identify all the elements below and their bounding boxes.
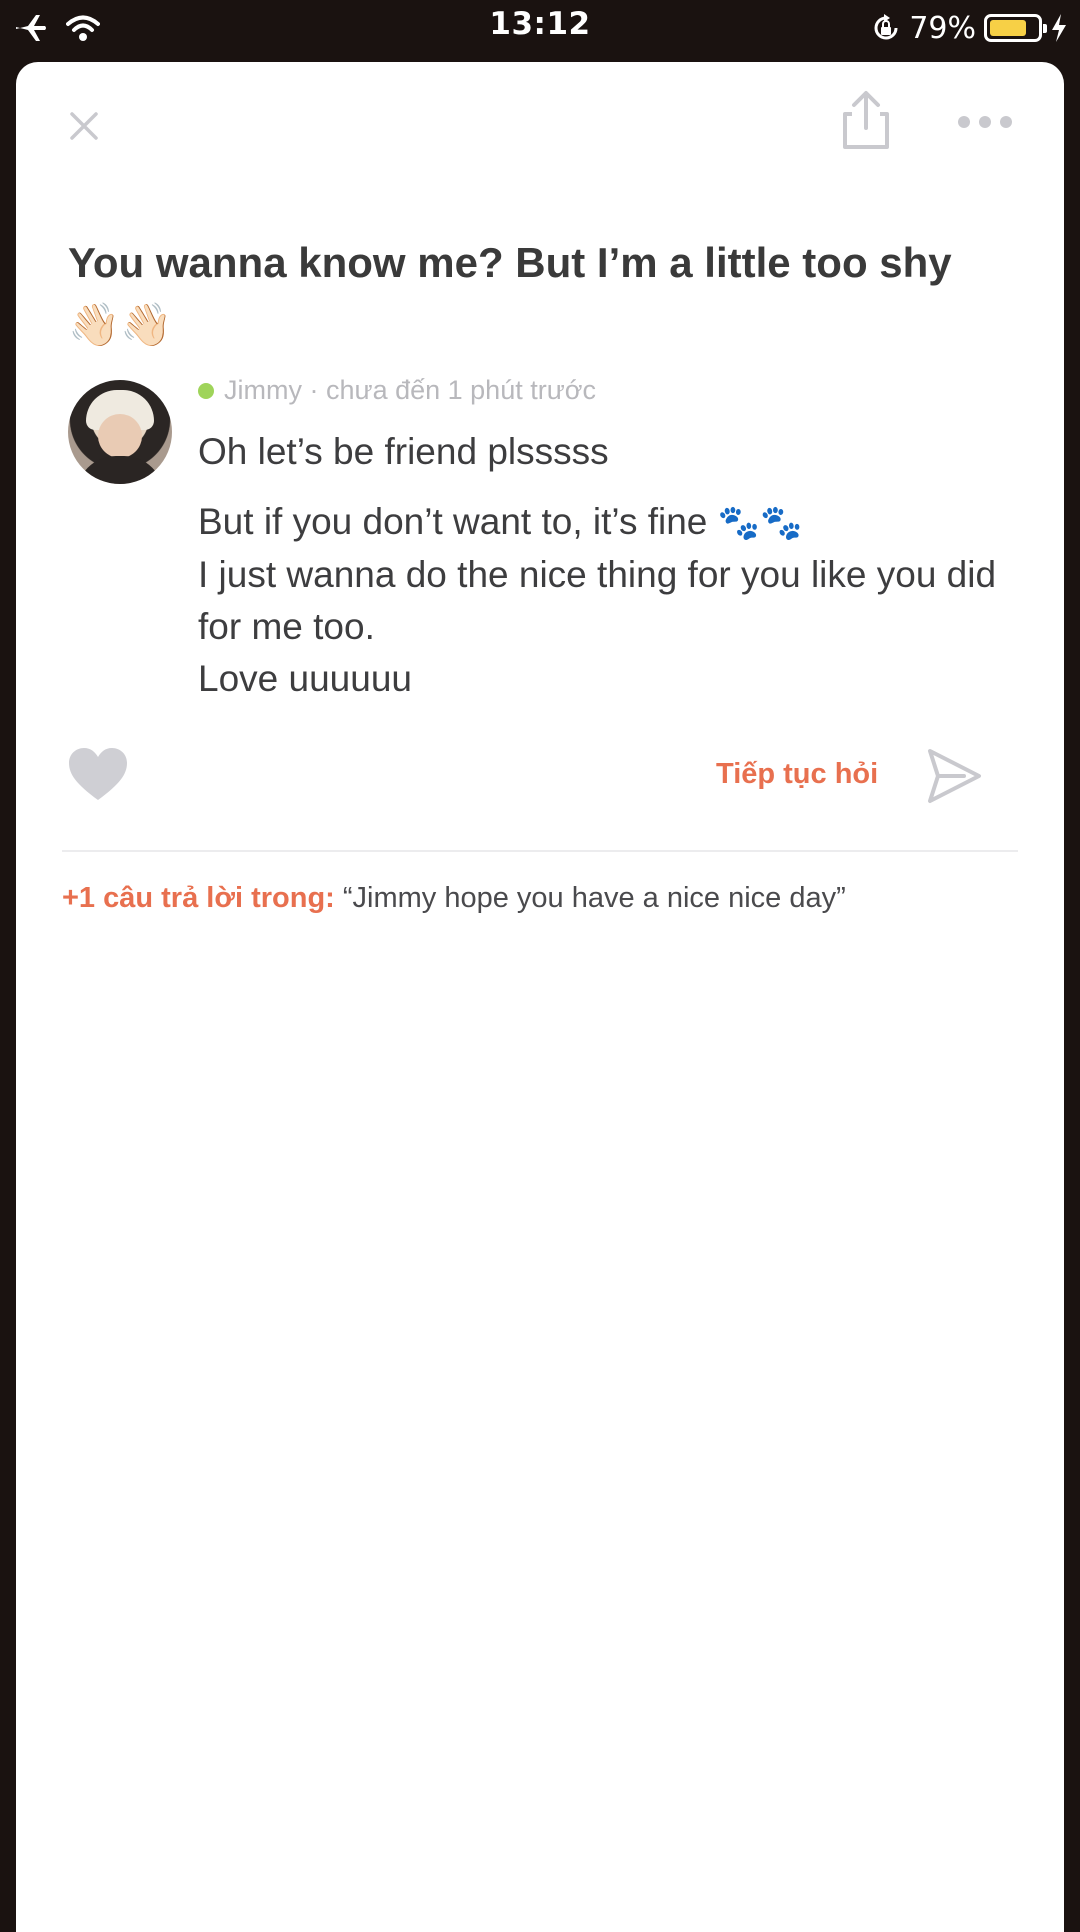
avatar-face [98, 414, 142, 458]
like-button[interactable] [66, 744, 130, 804]
close-button[interactable] [60, 102, 108, 150]
send-button[interactable] [924, 746, 984, 806]
question-text: You wanna know me? But I’m a little too … [68, 239, 952, 286]
battery-percent: 79% [909, 10, 976, 46]
more-icon-dot [979, 116, 991, 128]
more-answers-quote: “Jimmy hope you have a nice nice day” [334, 882, 846, 914]
avatar-shirt [76, 456, 164, 484]
author-name[interactable]: Jimmy [224, 375, 302, 405]
more-answers-link[interactable]: +1 câu trả lời trong: “Jimmy hope you ha… [62, 882, 1022, 915]
more-options-button[interactable] [950, 102, 1020, 142]
meta-separator: · [301, 375, 326, 405]
more-answers-prefix: +1 câu trả lời trong: [62, 882, 335, 914]
answer-meta: Jimmy · chưa đến 1 phút trước [198, 375, 596, 406]
question-title: You wanna know me? But I’m a little too … [68, 232, 1028, 356]
orientation-lock-icon [874, 14, 898, 40]
share-button[interactable] [836, 88, 896, 152]
answer-line-text: But if you don’t want to, it’s fine [198, 501, 708, 542]
paw-prints-emoji: 🐾🐾 [717, 503, 803, 543]
status-right: 79% [871, 8, 1068, 48]
more-icon-dot [958, 116, 970, 128]
question-sheet: You wanna know me? But I’m a little too … [16, 62, 1064, 1932]
answer-line: But if you don’t want to, it’s fine 🐾🐾 [198, 496, 1028, 549]
more-icon-dot [1000, 116, 1012, 128]
charging-bolt-icon [1052, 14, 1066, 42]
continue-asking-button[interactable]: Tiếp tục hỏi [716, 758, 878, 791]
send-icon [928, 749, 981, 803]
answer-line: I just wanna do the nice thing for you l… [198, 554, 997, 647]
share-icon [843, 91, 889, 149]
battery-icon [984, 14, 1047, 42]
online-status-dot [198, 382, 214, 399]
avatar[interactable] [68, 380, 172, 484]
answer-line: Oh let’s be friend plsssss [198, 431, 609, 472]
close-icon [70, 112, 98, 140]
battery-level-fill [990, 20, 1027, 36]
status-bar: 13:12 79% [0, 0, 1080, 56]
answer-line: Love uuuuuu [198, 658, 412, 699]
answer-time: chưa đến 1 phút trước [325, 375, 596, 405]
answer-body: Oh let’s be friend plsssss But if you do… [198, 426, 1028, 705]
waving-hands-emoji: 👋🏻👋🏻 [68, 300, 173, 349]
divider [62, 850, 1018, 852]
heart-icon [69, 748, 127, 800]
